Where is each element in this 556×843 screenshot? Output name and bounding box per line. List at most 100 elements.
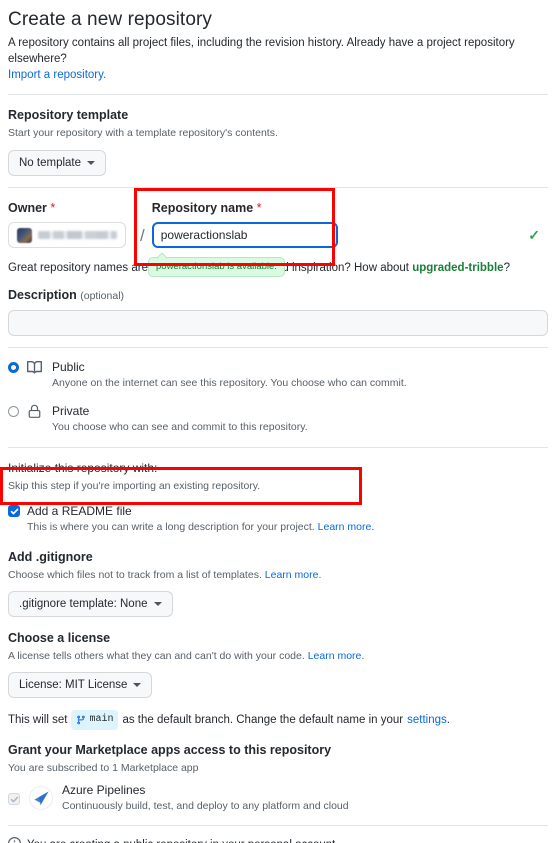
repository-name-hint-prefix: Great repository names are bbox=[8, 262, 148, 274]
divider-3 bbox=[8, 347, 548, 348]
repository-name-input[interactable] bbox=[151, 222, 338, 248]
default-branch-suffix: . bbox=[446, 714, 450, 726]
chevron-down-icon bbox=[133, 683, 142, 687]
check-circle-icon: ✓ bbox=[528, 227, 540, 243]
chevron-down-icon bbox=[87, 161, 96, 165]
marketplace-app-name: Azure Pipelines bbox=[62, 783, 146, 797]
repository-name-required-mark: * bbox=[256, 201, 262, 215]
divider-4 bbox=[8, 447, 548, 448]
divider-5 bbox=[8, 825, 548, 826]
create-repository-page: Create a new repository A repository con… bbox=[0, 8, 556, 843]
description-section: Description (optional) bbox=[8, 286, 548, 336]
template-select-button[interactable]: No template bbox=[8, 150, 107, 176]
radio-private[interactable] bbox=[8, 406, 19, 417]
gitignore-template-button[interactable]: .gitignore template: None bbox=[8, 591, 173, 617]
checkbox-add-readme[interactable] bbox=[8, 505, 20, 517]
default-branch-line: This will set main as the default branch… bbox=[8, 710, 548, 730]
page-subtitle: A repository contains all project files,… bbox=[8, 35, 548, 83]
gitignore-help: Choose which files not to track from a l… bbox=[8, 567, 548, 583]
visibility-public-label: Public bbox=[52, 360, 85, 374]
avatar bbox=[17, 227, 32, 243]
readme-text: Add a README file This is where you can … bbox=[27, 503, 374, 535]
marketplace-app-text: Azure Pipelines Continuously build, test… bbox=[62, 782, 349, 814]
visibility-option-private[interactable]: Private You choose who can see and commi… bbox=[8, 403, 548, 435]
marketplace-app-row: Azure Pipelines Continuously build, test… bbox=[8, 782, 548, 814]
description-label: Description (optional) bbox=[8, 286, 548, 305]
visibility-private-text: Private You choose who can see and commi… bbox=[52, 403, 308, 435]
default-branch-settings-link[interactable]: settings bbox=[407, 711, 447, 729]
license-help-text: A license tells others what they can and… bbox=[8, 650, 305, 662]
visibility-notice: You are creating a public repository in … bbox=[8, 837, 548, 843]
repository-name-label-text: Repository name bbox=[151, 201, 254, 215]
repository-name-suggestion[interactable]: upgraded-tribble bbox=[412, 262, 503, 274]
marketplace-help: You are subscribed to 1 Marketplace app bbox=[8, 762, 199, 774]
repository-name-input-wrap: ✓ bbox=[151, 222, 548, 248]
initialize-section: Initialize this repository with: Skip th… bbox=[8, 459, 548, 535]
azure-pipelines-icon bbox=[29, 786, 53, 810]
repository-name-field: Repository name * ✓ bbox=[151, 199, 548, 248]
chevron-down-icon bbox=[153, 602, 162, 606]
readme-learn-more-link[interactable]: Learn more. bbox=[318, 521, 375, 533]
checkbox-azure-pipelines bbox=[8, 793, 20, 805]
lock-icon bbox=[27, 404, 44, 424]
default-branch-prefix: This will set bbox=[8, 714, 68, 726]
repository-template-section: Repository template Start your repositor… bbox=[8, 106, 548, 176]
owner-label-text: Owner bbox=[8, 201, 47, 215]
initialize-label: Initialize this repository with: bbox=[8, 461, 158, 475]
import-repository-link[interactable]: Import a repository. bbox=[8, 69, 106, 81]
license-select-button[interactable]: License: MIT License bbox=[8, 672, 153, 698]
license-select-label: License: MIT License bbox=[19, 679, 128, 691]
repository-template-help: Start your repository with a template re… bbox=[8, 127, 278, 139]
page-title: Create a new repository bbox=[8, 9, 213, 30]
visibility-option-public[interactable]: Public Anyone on the internet can see th… bbox=[8, 359, 548, 391]
visibility-section: Public Anyone on the internet can see th… bbox=[8, 359, 548, 435]
readme-description-text: This is where you can write a long descr… bbox=[27, 521, 315, 533]
license-section: Choose a license A license tells others … bbox=[8, 629, 548, 698]
license-help: A license tells others what they can and… bbox=[8, 648, 548, 664]
marketplace-section: Grant your Marketplace apps access to th… bbox=[8, 741, 548, 814]
owner-name-redacted bbox=[38, 231, 117, 239]
gitignore-section: Add .gitignore Choose which files not to… bbox=[8, 548, 548, 617]
owner-and-name-row: Owner * / Repository name * ✓ bbox=[8, 199, 548, 248]
repository-template-label: Repository template bbox=[8, 108, 129, 122]
default-branch-middle: as the default branch. Change the defaul… bbox=[122, 714, 404, 726]
description-label-text: Description bbox=[8, 288, 77, 302]
visibility-public-description: Anyone on the internet can see this repo… bbox=[52, 377, 407, 389]
name-availability-tooltip: poweractionslab is available. bbox=[148, 257, 285, 277]
readme-description: This is where you can write a long descr… bbox=[27, 520, 374, 535]
owner-required-mark: * bbox=[50, 201, 56, 215]
owner-select-button[interactable] bbox=[8, 222, 126, 248]
divider-1 bbox=[8, 94, 548, 95]
marketplace-label: Grant your Marketplace apps access to th… bbox=[8, 743, 332, 757]
git-branch-icon bbox=[77, 715, 86, 725]
owner-label: Owner * bbox=[8, 199, 133, 217]
visibility-private-description: You choose who can see and commit to thi… bbox=[52, 421, 308, 433]
repository-name-hint-mid: d inspiration? bbox=[282, 262, 351, 274]
gitignore-learn-more-link[interactable]: Learn more. bbox=[265, 569, 322, 581]
default-branch-badge: main bbox=[71, 710, 119, 730]
description-optional-label: (optional) bbox=[80, 290, 125, 302]
repository-name-hint-suffix: How about bbox=[354, 262, 409, 274]
marketplace-app-description: Continuously build, test, and deploy to … bbox=[62, 800, 349, 812]
visibility-private-label: Private bbox=[52, 404, 90, 418]
gitignore-template-label: .gitignore template: None bbox=[19, 598, 148, 610]
book-icon bbox=[27, 360, 44, 380]
info-icon bbox=[8, 837, 21, 843]
description-input[interactable] bbox=[8, 310, 548, 336]
license-learn-more-link[interactable]: Learn more. bbox=[308, 650, 365, 662]
repository-name-hint-end: ? bbox=[503, 262, 510, 274]
initialize-help: Skip this step if you're importing an ex… bbox=[8, 480, 261, 492]
page-subtitle-text: A repository contains all project files,… bbox=[8, 37, 515, 65]
visibility-notice-text: You are creating a public repository in … bbox=[27, 839, 339, 843]
radio-public[interactable] bbox=[8, 362, 19, 373]
readme-checkbox-row[interactable]: Add a README file This is where you can … bbox=[8, 503, 548, 535]
gitignore-help-text: Choose which files not to track from a l… bbox=[8, 569, 262, 581]
gitignore-label: Add .gitignore bbox=[8, 550, 93, 564]
license-label: Choose a license bbox=[8, 631, 111, 645]
readme-label: Add a README file bbox=[27, 504, 132, 518]
repository-name-label: Repository name * bbox=[152, 199, 548, 217]
visibility-public-text: Public Anyone on the internet can see th… bbox=[52, 359, 407, 391]
default-branch-name: main bbox=[89, 714, 114, 725]
template-select-label: No template bbox=[19, 157, 82, 169]
owner-field: Owner * bbox=[8, 199, 133, 248]
